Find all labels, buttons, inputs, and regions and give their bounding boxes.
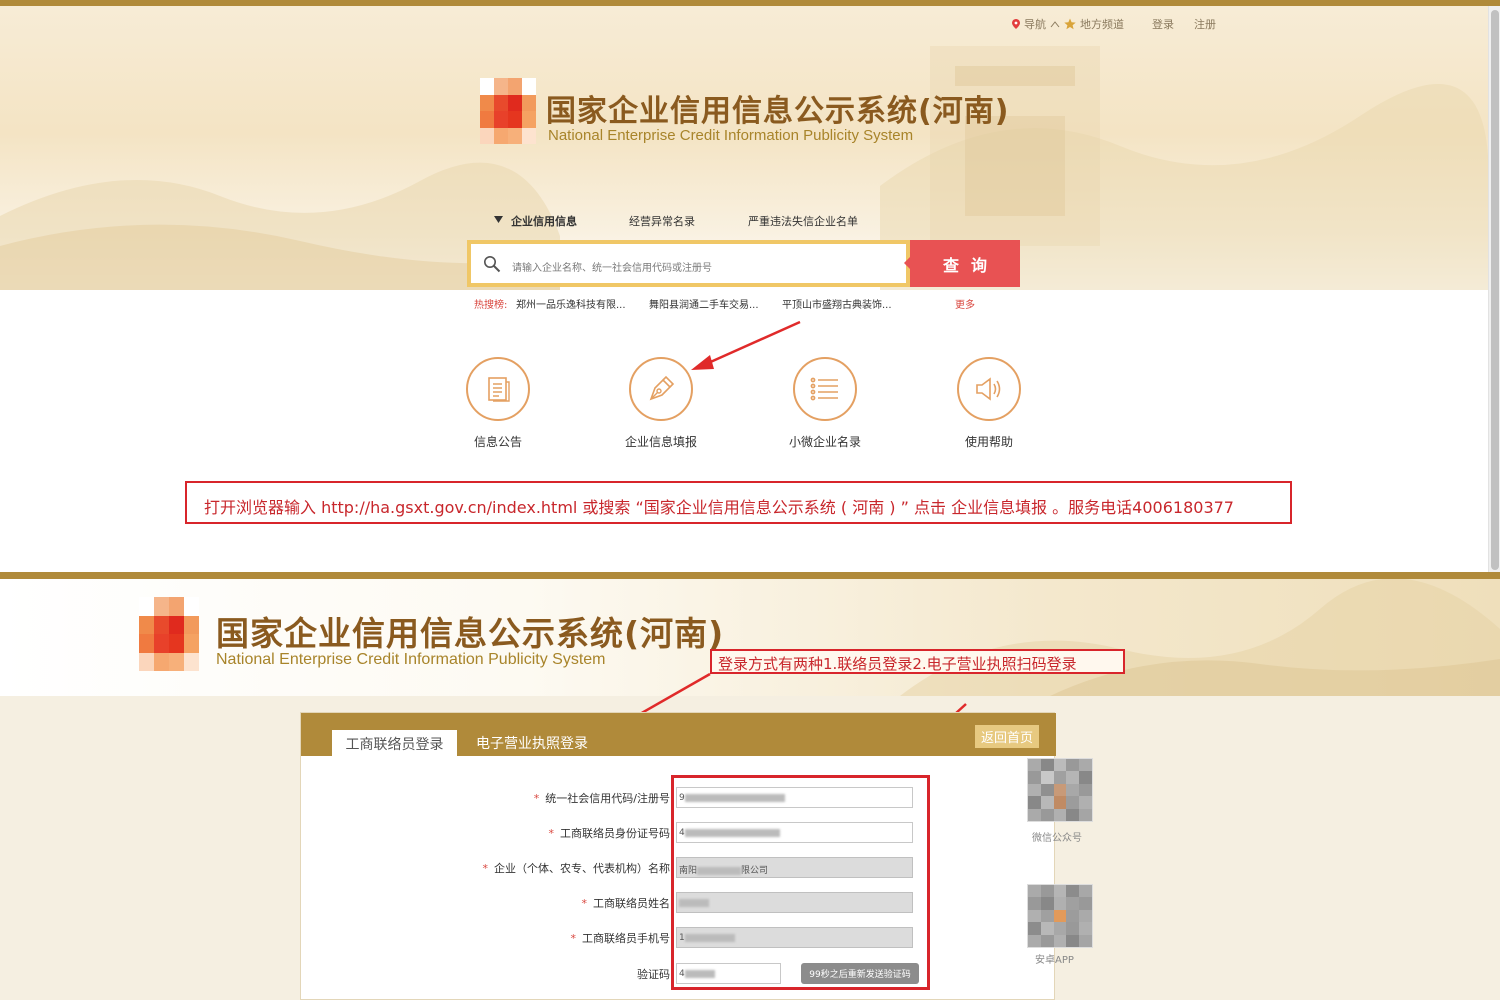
screenshot-root: 导航 地方频道 登录 注册 国家企业信用信息公示系统(河南) National … — [0, 0, 1500, 1000]
back-home-button[interactable]: 返回首页 — [975, 725, 1039, 748]
search-placeholder: 请输入企业名称、统一社会信用代码或注册号 — [512, 263, 712, 274]
instruction-text: 打开浏览器输入 http://ha.gsxt.gov.cn/index.html… — [204, 498, 1234, 517]
field-label: * 工商联络员身份证号码 — [548, 827, 671, 840]
android-qr-label: 安卓APP — [1035, 955, 1074, 966]
top-navigation: 导航 地方频道 登录 注册 — [1012, 16, 1216, 32]
login-methods-text: 登录方式有两种1.联络员登录2.电子营业执照扫码登录 — [718, 655, 1077, 673]
wechat-qr-code — [1027, 758, 1093, 822]
tab-license-login[interactable]: 电子营业执照登录 — [476, 733, 588, 753]
search-icon — [484, 256, 501, 273]
scrollbar-thumb[interactable] — [1491, 10, 1499, 570]
feature-label: 信息公告 — [473, 435, 522, 449]
site-title: 国家企业信用信息公示系统(河南) — [546, 94, 1010, 129]
feature-circle[interactable] — [629, 357, 693, 421]
hot-search-item[interactable]: 平顶山市盛翔古典装饰... — [782, 296, 892, 311]
feature-circle[interactable] — [466, 357, 530, 421]
local-channel-link[interactable]: 地方频道 — [1080, 16, 1124, 32]
list-icon — [810, 377, 838, 401]
login-site-title: 国家企业信用信息公示系统(河南) — [216, 614, 725, 653]
login-tabs-bar: 工商联络员登录 电子营业执照登录 返回首页 — [301, 713, 1056, 757]
field-label: * 工商联络员手机号 — [570, 932, 671, 945]
wechat-qr-label: 微信公众号 — [1032, 833, 1082, 844]
login-site-subtitle: National Enterprise Credit Information P… — [216, 651, 606, 668]
hot-search-more-link[interactable]: 更多 — [955, 296, 975, 311]
hot-search-item[interactable]: 郑州一品乐逸科技有限... — [516, 296, 626, 311]
tab-contact-login[interactable]: 工商联络员登录 — [332, 730, 457, 757]
annotation-arrow-icon — [691, 320, 801, 370]
required-marker: * — [548, 827, 555, 840]
required-marker: * — [533, 792, 540, 805]
form-highlight-frame — [671, 775, 930, 990]
hot-search-item[interactable]: 舞阳县润通二手车交易... — [649, 296, 759, 311]
chevron-up-icon[interactable] — [1050, 20, 1060, 28]
pen-icon — [649, 375, 675, 401]
site-subtitle: National Enterprise Credit Information P… — [548, 127, 914, 144]
nav-menu-link[interactable]: 导航 — [1024, 16, 1046, 32]
required-marker: * — [570, 932, 577, 945]
login-link[interactable]: 登录 — [1152, 16, 1174, 32]
home-page: 导航 地方频道 登录 注册 国家企业信用信息公示系统(河南) National … — [0, 0, 1500, 572]
field-label: * 工商联络员姓名 — [581, 897, 671, 910]
feature-label: 小微企业名录 — [788, 435, 861, 449]
emblem-logo — [139, 597, 199, 671]
login-methods-callout: 登录方式有两种1.联络员登录2.电子营业执照扫码登录 — [710, 649, 1125, 674]
instruction-callout: 打开浏览器输入 http://ha.gsxt.gov.cn/index.html… — [185, 481, 1292, 524]
section-divider — [0, 572, 1500, 579]
field-label: * 统一社会信用代码/注册号 — [533, 792, 670, 805]
field-label: * 企业（个体、农专、代表机构）名称 — [482, 862, 671, 875]
register-link[interactable]: 注册 — [1194, 16, 1216, 32]
caret-down-icon — [494, 216, 503, 223]
speaker-icon — [976, 377, 1001, 401]
feature-circle[interactable] — [957, 357, 1021, 421]
page-scrollbar[interactable] — [1488, 6, 1500, 572]
tab-abnormal-list[interactable]: 经营异常名录 — [629, 213, 695, 229]
star-icon — [1064, 18, 1076, 30]
tab-credit-info[interactable]: 企业信用信息 — [511, 213, 577, 229]
feature-label: 企业信息填报 — [624, 435, 697, 449]
required-marker: * — [482, 862, 489, 875]
android-qr-code — [1027, 884, 1093, 948]
emblem-logo — [480, 78, 536, 144]
tab-blacklist[interactable]: 严重违法失信企业名单 — [748, 213, 858, 229]
required-marker: * — [581, 897, 588, 910]
field-label: 验证码 — [637, 968, 670, 981]
document-icon — [488, 377, 510, 402]
hot-search-label: 热搜榜: — [474, 300, 508, 311]
feature-label: 使用帮助 — [964, 435, 1013, 449]
location-pin-icon — [1012, 19, 1020, 29]
search-input[interactable]: 请输入企业名称、统一社会信用代码或注册号 — [467, 240, 910, 287]
search-button[interactable]: 查询 — [904, 240, 1020, 287]
